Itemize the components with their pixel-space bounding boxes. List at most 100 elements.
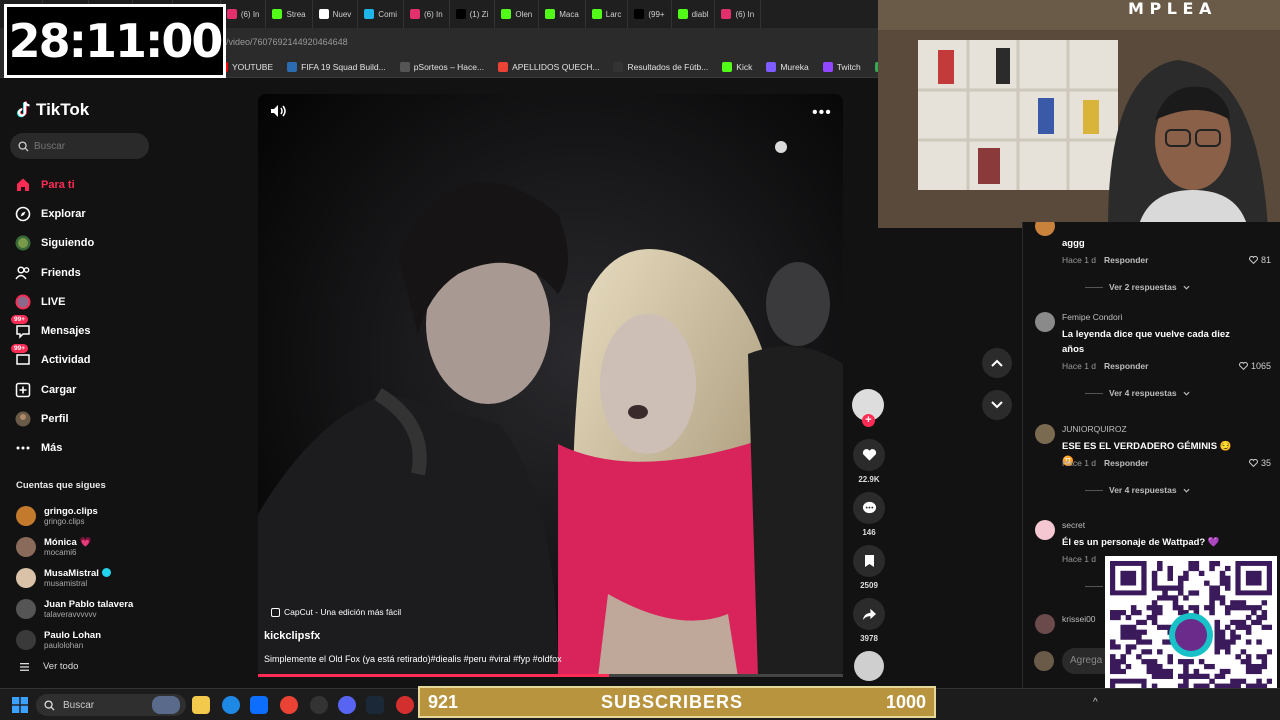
view-replies-button[interactable]: Ver 2 respuestas [1085, 282, 1190, 292]
browser-tab[interactable]: (6) In [404, 0, 450, 28]
reply-button[interactable]: Responder [1104, 255, 1148, 265]
bookmark-item[interactable]: Mureka [766, 61, 809, 72]
windows-start-icon[interactable] [12, 697, 28, 713]
following-item[interactable]: Juan Pablo talavera talaveravvvvvv [16, 593, 156, 624]
share-count: 3978 [860, 634, 878, 643]
browser-tab[interactable]: Olen [495, 0, 540, 28]
following-name: Mónica 💗 [44, 537, 92, 548]
view-replies-button[interactable]: Ver 4 respuestas [1085, 485, 1190, 495]
tray-arrow-icon[interactable]: ^ [1093, 697, 1098, 708]
following-text: Mónica 💗 mocami6 [44, 537, 92, 557]
comment-username[interactable]: krissei00 [1062, 614, 1096, 624]
following-item[interactable]: Paulo Lohan paulolohan [16, 624, 156, 655]
home-icon [14, 176, 31, 193]
capcut-tag[interactable]: CapCut - Una edición más fácil [271, 607, 401, 617]
bookmark-item[interactable]: APELLIDOS QUECH... [498, 61, 600, 72]
search-box[interactable] [10, 133, 149, 159]
share-action[interactable]: 3978 [852, 598, 886, 643]
bookmark-label: APELLIDOS QUECH... [512, 61, 600, 72]
comment-text: aggg [1062, 238, 1085, 249]
see-all-button[interactable]: Ver todo [20, 661, 78, 672]
reply-button[interactable]: Responder [1104, 361, 1148, 371]
profile-icon [14, 411, 31, 428]
following-handle: musamistral [44, 578, 88, 588]
url-text[interactable]: /video/7607692144920464648 [226, 37, 348, 47]
following-item[interactable]: Mónica 💗 mocami6 [16, 531, 156, 562]
steam-icon[interactable] [366, 696, 384, 714]
comment-avatar[interactable] [1035, 312, 1055, 332]
widgets-icon[interactable] [152, 696, 180, 714]
search-input[interactable] [34, 140, 134, 152]
comment-avatar[interactable] [1035, 614, 1055, 634]
browser-tab[interactable]: (6) In [221, 0, 267, 28]
following-handle: mocami6 [44, 547, 77, 557]
more-options-icon[interactable]: ••• [812, 104, 832, 122]
logo-text: TikTok [36, 100, 90, 119]
discord-icon[interactable] [338, 696, 356, 714]
comment-likes[interactable]: 35 [1249, 458, 1271, 468]
nav-item-cargar[interactable]: Cargar [14, 375, 154, 404]
browser-tab[interactable]: diabl [672, 0, 716, 28]
video-actions: + 22.9K 146 2509 3978 [852, 389, 886, 681]
view-replies-button[interactable]: Ver 4 respuestas [1085, 388, 1190, 398]
comment-likes[interactable]: 81 [1249, 255, 1271, 265]
comment-likes[interactable]: 1065 [1239, 361, 1271, 371]
nav-item-live[interactable]: LIVE [14, 287, 154, 316]
heart-outline-icon [1239, 362, 1248, 370]
obs-icon[interactable] [396, 696, 414, 714]
bookmark-item[interactable]: Twitch [822, 61, 861, 72]
file-explorer-icon[interactable] [192, 696, 210, 714]
following-item[interactable]: gringo.clips gringo.clips [16, 500, 156, 531]
browser-tab[interactable]: Larc [586, 0, 629, 28]
nav-item-friends[interactable]: Friends [14, 258, 154, 287]
save-action[interactable]: 2509 [852, 545, 886, 590]
browser-tab[interactable]: Maca [539, 0, 586, 28]
browser-tab[interactable]: (1) Zi [450, 0, 496, 28]
edge-icon[interactable] [222, 696, 240, 714]
comment-avatar[interactable] [1035, 222, 1055, 236]
bookmark-item[interactable]: FIFA 19 Squad Build... [287, 61, 386, 72]
browser-tab[interactable]: (99+ [628, 0, 672, 28]
capcut-text: CapCut - Una edición más fácil [284, 607, 402, 617]
comment-username[interactable]: Femipe Condori [1062, 312, 1122, 322]
browser-tab[interactable]: Strea [266, 0, 313, 28]
bookmark-item[interactable]: YOUTUBE [218, 61, 273, 72]
app-icon[interactable] [310, 696, 328, 714]
store-icon[interactable] [250, 696, 268, 714]
browser-tab[interactable]: (6) In [715, 0, 762, 28]
sound-avatar[interactable] [854, 651, 884, 681]
follow-plus-icon[interactable]: + [862, 414, 875, 427]
chrome-icon[interactable] [280, 696, 298, 714]
nav-item-actividad[interactable]: 99+ Actividad [11, 343, 154, 375]
previous-video-button[interactable] [982, 348, 1012, 378]
comment-action[interactable]: 146 [852, 492, 886, 537]
bookmark-label: Kick [736, 61, 753, 72]
browser-tab[interactable]: Nuev [313, 0, 359, 28]
nav-item-más[interactable]: Más [14, 434, 154, 463]
comment-username[interactable]: secret [1062, 520, 1085, 530]
nav-item-explorar[interactable]: Explorar [14, 199, 154, 228]
tiktok-logo[interactable]: TikTok [16, 100, 89, 120]
tab-favicon-icon [677, 9, 688, 19]
video-author[interactable]: kickclipsfx [264, 630, 320, 642]
video-progress-bar[interactable] [258, 674, 843, 677]
browser-tab[interactable]: Comi [358, 0, 404, 28]
comment-username[interactable]: JUNIORQUIROZ [1062, 424, 1127, 434]
like-action[interactable]: 22.9K [852, 439, 886, 484]
nav-item-siguiendo[interactable]: Siguiendo [14, 229, 154, 258]
bookmark-label: Twitch [836, 61, 861, 72]
next-video-button[interactable] [982, 390, 1012, 420]
volume-button[interactable] [270, 104, 286, 123]
comment-avatar[interactable] [1035, 520, 1055, 540]
bookmark-item[interactable]: Resultados de Fútb... [613, 61, 708, 72]
video-player[interactable] [258, 94, 843, 677]
bookmark-item[interactable]: Kick [722, 61, 753, 72]
reply-button[interactable]: Responder [1104, 458, 1148, 468]
nav-item-mensajes[interactable]: 99+ Mensajes [11, 314, 154, 345]
nav-item-perfil[interactable]: Perfil [14, 404, 154, 433]
comment-avatar[interactable] [1035, 424, 1055, 444]
bookmark-item[interactable]: pSorteos – Hace... [399, 61, 484, 72]
following-item[interactable]: MusaMistral musamistral [16, 562, 156, 593]
creator-avatar[interactable]: + [852, 389, 884, 427]
nav-item-para-ti[interactable]: Para ti [14, 170, 154, 199]
